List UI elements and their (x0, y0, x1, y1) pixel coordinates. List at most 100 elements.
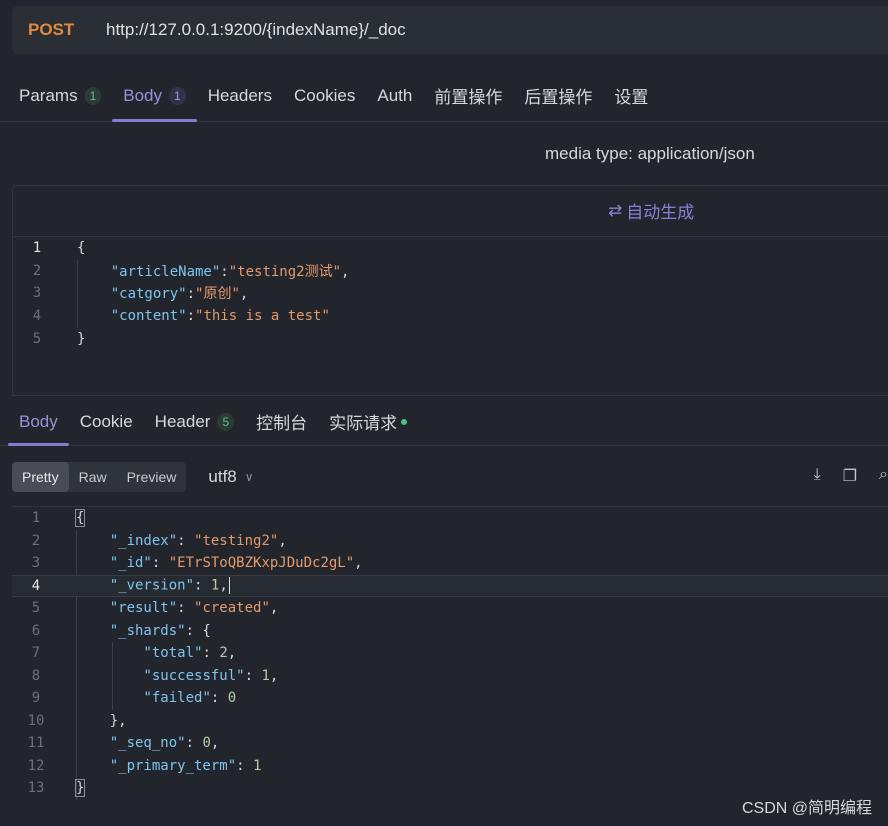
tab-label: Params (19, 85, 78, 105)
brace: { (77, 240, 86, 257)
line-number: 3 (32, 285, 42, 302)
json-value: 0 (202, 735, 211, 752)
tab-response-header[interactable]: Header 5 (144, 398, 245, 446)
json-value: 1 (261, 667, 270, 684)
copy-icon[interactable]: ❐ (843, 466, 857, 486)
count-badge: 5 (217, 412, 235, 431)
watermark: CSDN @简明编程 (741, 800, 872, 817)
response-tabs: Body Cookie Header 5 控制台 实际请求 (0, 398, 888, 446)
request-tabs: Params 1 Body 1 Headers Cookies Auth 前置操作 … (0, 70, 888, 122)
code-line: 5} (13, 327, 888, 350)
status-dot (401, 418, 408, 425)
code-line: 3 "catgory":"原创", (13, 282, 888, 305)
toolbar-icons: ⤓ ❐ ⌕ (814, 466, 888, 486)
tab-response-body[interactable]: Body (8, 398, 69, 446)
json-value: "this is a test" (195, 308, 330, 325)
json-key: "catgory" (110, 286, 187, 303)
view-mode-switch: Pretty Raw Preview (12, 462, 187, 492)
line-number: 11 (27, 735, 45, 752)
code-line: 8 "successful": 1, (12, 665, 888, 688)
code-line: 1{ (13, 237, 888, 260)
line-number: 4 (32, 308, 42, 325)
line-number: 8 (31, 667, 41, 684)
url-input[interactable]: http://127.0.0.1:9200/{indexName}/_doc (106, 20, 406, 40)
count-badge: 1 (169, 86, 186, 105)
encoding-select[interactable]: utf8 ∨ (208, 467, 253, 487)
auto-generate-bar: ⇄ 自动生成 (12, 185, 888, 235)
tab-label: Header (154, 411, 211, 431)
pretty-button[interactable]: Pretty (12, 462, 69, 492)
media-type-selector[interactable]: media type: application/json (545, 144, 755, 164)
json-key: "_shards" (109, 622, 186, 639)
json-value: 2 (219, 645, 228, 662)
tab-headers[interactable]: Headers (197, 70, 283, 122)
json-value: 0 (227, 690, 237, 707)
code-line: 2 "_index": "testing2", (12, 530, 888, 553)
code-line: 10 }, (12, 710, 888, 733)
auto-generate-label: 自动生成 (626, 203, 695, 222)
json-value: "testing2测试" (228, 263, 342, 280)
tab-actual-request[interactable]: 实际请求 (318, 398, 418, 446)
brace: } (74, 779, 86, 798)
code-line: 1{ (12, 507, 888, 530)
json-value: 1 (253, 757, 262, 774)
json-key: "_id" (109, 555, 152, 572)
line-number: 13 (27, 780, 45, 797)
brace: } (77, 330, 86, 347)
tab-params[interactable]: Params 1 (8, 70, 112, 122)
code-line: 6 "_shards": { (12, 620, 888, 643)
refresh-icon: ⇄ (608, 200, 623, 220)
json-key: "_seq_no" (109, 735, 186, 752)
text-caret (228, 577, 230, 595)
tab-cookies[interactable]: Cookies (283, 70, 366, 122)
count-badge: 1 (84, 86, 102, 105)
json-key: "articleName" (110, 263, 221, 280)
line-number: 4 (31, 577, 41, 594)
json-value: "created" (194, 600, 270, 617)
chevron-down-icon: ∨ (244, 470, 254, 484)
method-selector[interactable]: POST (28, 20, 106, 40)
json-key: "successful" (143, 667, 245, 684)
tab-body[interactable]: Body 1 (112, 70, 198, 122)
json-value: "原创" (195, 286, 240, 303)
search-icon[interactable]: ⌕ (879, 466, 888, 486)
json-key: "content" (110, 308, 187, 325)
code-line: 9 "failed": 0 (12, 687, 888, 710)
json-value: 1 (210, 577, 220, 594)
json-key: "result" (109, 600, 178, 617)
tab-console[interactable]: 控制台 (245, 398, 318, 446)
code-line: 2 "articleName":"testing2测试", (13, 260, 888, 283)
line-number: 2 (31, 532, 41, 549)
line-number: 3 (31, 555, 41, 572)
line-number: 9 (31, 690, 41, 707)
preview-button[interactable]: Preview (117, 462, 187, 492)
line-number: 6 (31, 622, 41, 639)
auto-generate-button[interactable]: ⇄ 自动生成 (608, 198, 694, 223)
line-number: 5 (31, 600, 41, 617)
code-line: 5 "result": "created", (12, 597, 888, 620)
code-line: 12 "_primary_term": 1 (12, 755, 888, 778)
line-number: 12 (27, 757, 45, 774)
code-line: 11 "_seq_no": 0, (12, 732, 888, 755)
line-number: 5 (32, 330, 42, 347)
json-key: "failed" (143, 690, 211, 707)
json-key: "_index" (109, 532, 178, 549)
tab-label: 实际请求 (329, 414, 398, 433)
tab-pre-operations[interactable]: 前置操作 (423, 70, 513, 122)
url-bar[interactable]: POST http://127.0.0.1:9200/{indexName}/_… (12, 6, 888, 54)
json-key: "total" (143, 645, 203, 662)
tab-auth[interactable]: Auth (366, 70, 423, 122)
code-line: 7 "total": 2, (12, 642, 888, 665)
response-body-viewer[interactable]: 1{ 2 "_index": "testing2", 3 "_id": "ETr… (12, 506, 888, 826)
tab-post-operations[interactable]: 后置操作 (513, 70, 603, 122)
raw-button[interactable]: Raw (69, 462, 117, 492)
tab-settings[interactable]: 设置 (603, 70, 659, 122)
json-key: "_version" (109, 577, 195, 594)
line-number: 7 (31, 645, 41, 662)
json-key: "_primary_term" (109, 757, 237, 774)
brace: { (74, 509, 86, 528)
request-body-editor[interactable]: 1{ 2 "articleName":"testing2测试", 3 "catg… (12, 236, 888, 396)
download-icon[interactable]: ⤓ (814, 466, 821, 486)
tab-response-cookie[interactable]: Cookie (69, 398, 144, 446)
line-number: 1 (32, 240, 42, 257)
